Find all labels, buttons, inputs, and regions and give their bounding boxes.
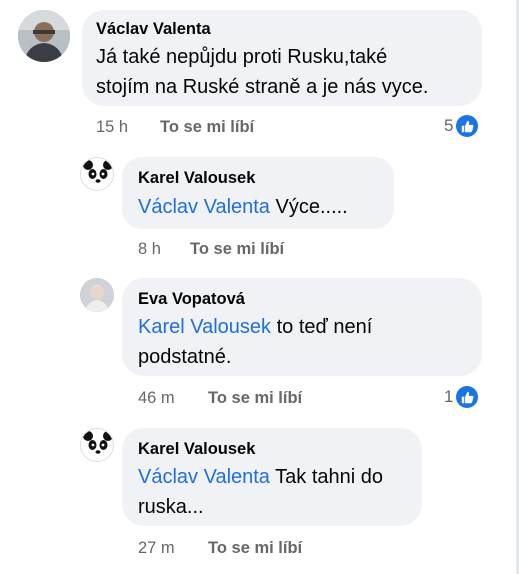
comment-author[interactable]: Eva Vopatová — [138, 290, 245, 309]
reaction-count[interactable]: 1 — [444, 386, 479, 408]
panda-avatar-icon — [83, 160, 113, 190]
comment-time[interactable]: 46 m — [138, 389, 175, 408]
comment-text: Václav Valenta Výce..... — [138, 196, 348, 218]
comment-thread: Václav Valenta Já také nepůjdu proti Rus… — [0, 0, 519, 574]
comment-time[interactable]: 15 h — [96, 118, 128, 137]
mention-link[interactable]: Václav Valenta — [138, 466, 270, 488]
comment-text: Já také nepůjdu proti Rusku,také stojím … — [96, 46, 429, 98]
comment-time[interactable]: 8 h — [138, 240, 161, 259]
avatar[interactable] — [80, 278, 114, 312]
profile-photo-icon — [80, 278, 114, 312]
like-reaction-icon — [456, 386, 479, 408]
comment-author[interactable]: Václav Valenta — [96, 20, 211, 39]
avatar[interactable] — [18, 10, 70, 62]
like-reaction-icon — [456, 115, 479, 137]
like-button[interactable]: To se mi líbí — [160, 118, 254, 137]
mention-link[interactable]: Václav Valenta — [138, 196, 270, 218]
reaction-count[interactable]: 5 — [444, 115, 479, 137]
panda-avatar-icon — [83, 431, 113, 461]
comment-author[interactable]: Karel Valousek — [138, 169, 255, 188]
like-button[interactable]: To se mi líbí — [190, 240, 284, 259]
mention-link[interactable]: Karel Valousek — [138, 316, 271, 338]
comment-author[interactable]: Karel Valousek — [138, 440, 255, 459]
avatar[interactable] — [80, 157, 114, 191]
like-button[interactable]: To se mi líbí — [208, 389, 302, 408]
comment-time[interactable]: 27 m — [138, 539, 175, 558]
comment-text: Václav Valenta Tak tahni do ruska... — [138, 466, 383, 518]
avatar[interactable] — [80, 428, 114, 462]
profile-photo-icon — [18, 10, 70, 62]
like-button[interactable]: To se mi líbí — [208, 539, 302, 558]
comment-text: Karel Valousek to teď není podstatné. — [138, 316, 373, 368]
